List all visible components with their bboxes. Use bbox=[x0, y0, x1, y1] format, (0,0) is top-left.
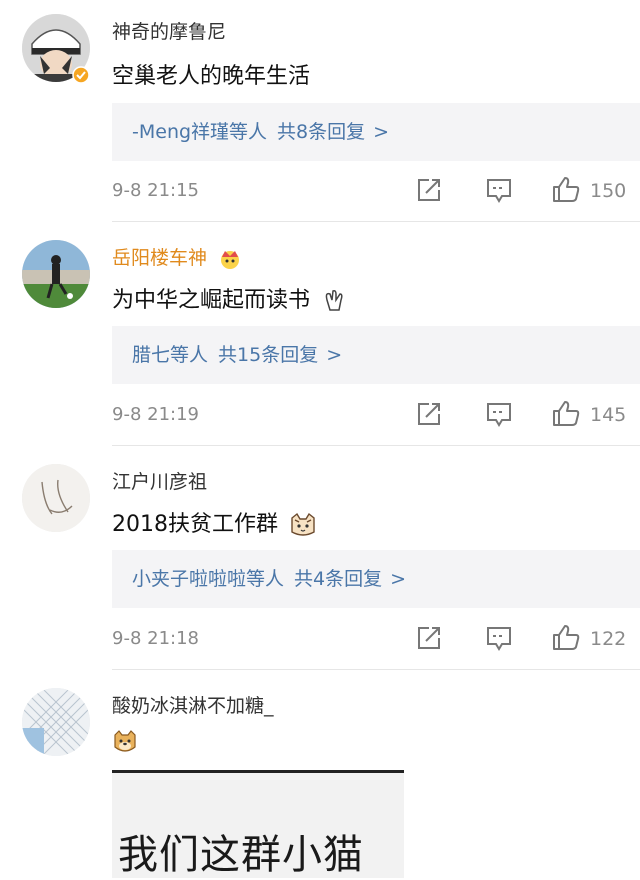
share-icon[interactable] bbox=[414, 176, 444, 204]
like-count: 150 bbox=[590, 180, 627, 202]
chevron-right-icon: > bbox=[373, 121, 390, 143]
share-icon[interactable] bbox=[414, 624, 444, 652]
verified-badge-icon bbox=[72, 66, 90, 84]
thumbs-up-icon[interactable] bbox=[551, 399, 581, 427]
comment-text: 空巢老人的晚年生活 bbox=[112, 64, 311, 89]
comment-icon[interactable] bbox=[484, 624, 514, 652]
thumbs-up-icon[interactable] bbox=[551, 175, 581, 203]
comment-icon[interactable] bbox=[484, 176, 514, 204]
reply-count[interactable]: 共4条回复 bbox=[294, 568, 382, 590]
comment-icon[interactable] bbox=[484, 400, 514, 428]
username[interactable]: 神奇的摩鲁尼 bbox=[112, 17, 226, 44]
thumbs-up-icon[interactable] bbox=[551, 623, 581, 651]
comment-text: 2018扶贫工作群 bbox=[112, 506, 317, 538]
avatar[interactable] bbox=[22, 240, 90, 308]
reply-count[interactable]: 共8条回复 bbox=[277, 121, 365, 143]
username[interactable]: 江户川彦祖 bbox=[112, 467, 207, 494]
image-caption-text: 我们这群小猫 bbox=[118, 832, 364, 878]
like-count: 145 bbox=[590, 404, 627, 426]
chevron-right-icon: > bbox=[390, 568, 407, 590]
share-icon[interactable] bbox=[414, 400, 444, 428]
comment-text: 为中华之崛起而读书 bbox=[112, 282, 347, 314]
reply-users[interactable]: 腊七等人 bbox=[132, 344, 208, 366]
like-count: 122 bbox=[590, 628, 627, 650]
timestamp: 9-8 21:18 bbox=[112, 628, 199, 649]
reply-summary[interactable]: 腊七等人 共15条回复 > bbox=[112, 326, 640, 384]
crown-badge-icon bbox=[221, 250, 240, 269]
reply-summary[interactable]: -Meng祥瑾等人 共8条回复 > bbox=[112, 103, 640, 161]
divider bbox=[112, 669, 640, 670]
avatar[interactable] bbox=[22, 464, 90, 532]
chevron-right-icon: > bbox=[326, 344, 343, 366]
divider bbox=[112, 445, 640, 446]
reply-users[interactable]: -Meng祥瑾等人 bbox=[132, 121, 267, 143]
reply-summary[interactable]: 小夹子啦啦啦等人 共4条回复 > bbox=[112, 550, 640, 608]
cat-emoji-icon bbox=[291, 512, 315, 536]
doge-emoji-icon bbox=[114, 730, 136, 752]
timestamp: 9-8 21:15 bbox=[112, 180, 199, 201]
divider bbox=[112, 221, 640, 222]
reply-count[interactable]: 共15条回复 bbox=[218, 344, 318, 366]
username[interactable]: 岳阳楼车神 bbox=[112, 243, 243, 270]
reply-users[interactable]: 小夹子啦啦啦等人 bbox=[132, 568, 284, 590]
timestamp: 9-8 21:19 bbox=[112, 404, 199, 425]
avatar[interactable] bbox=[22, 688, 90, 756]
gesture-emoji-icon bbox=[325, 290, 343, 311]
username[interactable]: 酸奶冰淇淋不加糖_ bbox=[112, 691, 274, 718]
